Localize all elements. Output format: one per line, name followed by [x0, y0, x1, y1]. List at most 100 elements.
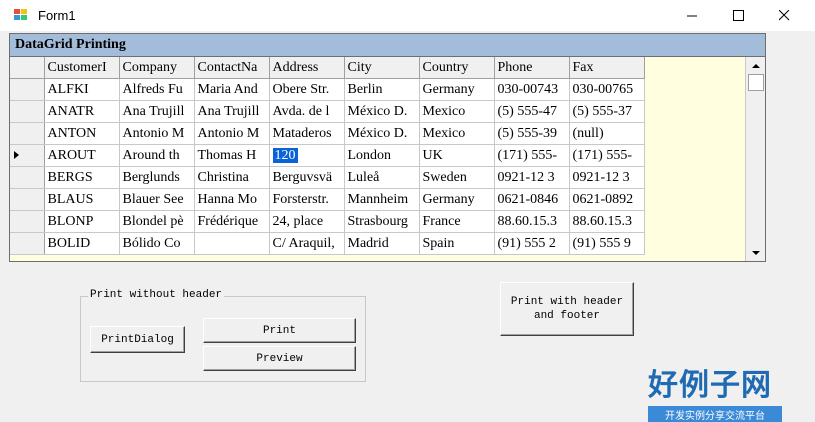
table-cell[interactable]: Luleå: [344, 166, 420, 189]
column-header[interactable]: Fax: [569, 57, 645, 79]
table-cell[interactable]: Berglunds: [119, 166, 195, 189]
table-cell[interactable]: ANTON: [44, 122, 120, 145]
table-cell[interactable]: Maria And: [194, 78, 270, 101]
table-cell[interactable]: Antonio M: [194, 122, 270, 145]
row-header[interactable]: [10, 210, 45, 233]
table-cell[interactable]: (91) 555 9: [569, 232, 645, 255]
table-cell[interactable]: Obere Str.: [269, 78, 345, 101]
row-header[interactable]: [10, 166, 45, 189]
table-cell[interactable]: Germany: [419, 78, 495, 101]
table-row[interactable]: BOLID Bólido Co C/ Araquil, Madrid Spain (91)…: [10, 232, 645, 255]
table-cell[interactable]: Sweden: [419, 166, 495, 189]
table-cell[interactable]: Hanna Mo: [194, 188, 270, 211]
table-cell[interactable]: 030-00765: [569, 78, 645, 101]
table-row[interactable]: BERGS Berglunds Christina Berguvsvä Luleå Swe…: [10, 166, 645, 189]
table-cell[interactable]: (null): [569, 122, 645, 145]
table-cell[interactable]: C/ Araquil,: [269, 232, 345, 255]
print-dialog-button[interactable]: PrintDialog: [90, 326, 185, 353]
row-header[interactable]: [10, 122, 45, 145]
table-cell[interactable]: 88.60.15.3: [569, 210, 645, 233]
table-cell[interactable]: (91) 555 2: [494, 232, 570, 255]
table-row[interactable]: BLONP Blondel pè Frédérique 24, place Strasb…: [10, 210, 645, 233]
table-cell[interactable]: BERGS: [44, 166, 120, 189]
table-cell[interactable]: Blauer See: [119, 188, 195, 211]
table-cell[interactable]: BOLID: [44, 232, 120, 255]
datagrid-table[interactable]: CustomerI Company ContactNa Address City…: [10, 57, 645, 255]
table-cell[interactable]: (5) 555-39: [494, 122, 570, 145]
table-cell[interactable]: 0621-0892: [569, 188, 645, 211]
row-header[interactable]: [10, 188, 45, 211]
table-cell[interactable]: BLONP: [44, 210, 120, 233]
table-cell[interactable]: Thomas H: [194, 144, 270, 167]
scroll-up-button[interactable]: [747, 58, 764, 73]
table-row[interactable]: ALFKI Alfreds Fu Maria And Obere Str. Berlin…: [10, 78, 645, 101]
table-cell[interactable]: Antonio M: [119, 122, 195, 145]
table-cell[interactable]: Madrid: [344, 232, 420, 255]
column-header[interactable]: ContactNa: [194, 57, 270, 79]
table-row[interactable]: AROUT Around th Thomas H 120 London UK (171) 5…: [10, 144, 645, 167]
table-cell[interactable]: Around th: [119, 144, 195, 167]
table-cell[interactable]: Ana Trujill: [194, 100, 270, 123]
row-header[interactable]: [10, 100, 45, 123]
table-cell[interactable]: Bólido Co: [119, 232, 195, 255]
datagrid[interactable]: DataGrid Printing CustomerI Company Cont…: [9, 33, 766, 262]
row-header[interactable]: [10, 232, 45, 255]
column-header[interactable]: Company: [119, 57, 195, 79]
table-cell[interactable]: London: [344, 144, 420, 167]
column-header[interactable]: Country: [419, 57, 495, 79]
close-button[interactable]: [761, 0, 807, 31]
table-cell[interactable]: BLAUS: [44, 188, 120, 211]
table-cell[interactable]: Frédérique: [194, 210, 270, 233]
table-row[interactable]: ANTON Antonio M Antonio M Mataderos México D…: [10, 122, 645, 145]
table-cell[interactable]: Berguvsvä: [269, 166, 345, 189]
column-header[interactable]: Phone: [494, 57, 570, 79]
table-cell[interactable]: Avda. de l: [269, 100, 345, 123]
table-cell[interactable]: 0621-0846: [494, 188, 570, 211]
table-cell[interactable]: France: [419, 210, 495, 233]
window-titlebar[interactable]: Form1: [0, 0, 815, 31]
table-cell[interactable]: 88.60.15.3: [494, 210, 570, 233]
vertical-scrollbar[interactable]: [745, 57, 765, 261]
table-cell[interactable]: (171) 555-: [569, 144, 645, 167]
table-cell[interactable]: México D.: [344, 122, 420, 145]
table-cell[interactable]: Alfreds Fu: [119, 78, 195, 101]
table-cell[interactable]: (5) 555-47: [494, 100, 570, 123]
minimize-button[interactable]: [669, 0, 715, 31]
table-cell[interactable]: (5) 555-37: [569, 100, 645, 123]
print-button[interactable]: Print: [203, 318, 356, 343]
table-cell[interactable]: Mexico: [419, 100, 495, 123]
table-cell[interactable]: [194, 232, 270, 255]
table-cell[interactable]: Germany: [419, 188, 495, 211]
table-cell[interactable]: Forsterstr.: [269, 188, 345, 211]
print-with-header-footer-button[interactable]: Print with header and footer: [500, 282, 634, 336]
maximize-button[interactable]: [715, 0, 761, 31]
table-cell[interactable]: Berlin: [344, 78, 420, 101]
table-cell[interactable]: 120: [269, 144, 345, 167]
scroll-thumb[interactable]: [748, 74, 764, 91]
table-cell[interactable]: Mannheim: [344, 188, 420, 211]
column-header[interactable]: CustomerI: [44, 57, 120, 79]
column-header[interactable]: Address: [269, 57, 345, 79]
table-cell[interactable]: México D.: [344, 100, 420, 123]
scroll-down-button[interactable]: [747, 245, 764, 260]
table-cell[interactable]: Spain: [419, 232, 495, 255]
row-header[interactable]: [10, 144, 45, 167]
table-cell[interactable]: UK: [419, 144, 495, 167]
table-cell[interactable]: Strasbourg: [344, 210, 420, 233]
table-cell[interactable]: (171) 555-: [494, 144, 570, 167]
table-cell[interactable]: 030-00743: [494, 78, 570, 101]
table-cell[interactable]: ANATR: [44, 100, 120, 123]
table-cell[interactable]: ALFKI: [44, 78, 120, 101]
table-row[interactable]: ANATR Ana Trujill Ana Trujill Avda. de l Méx…: [10, 100, 645, 123]
table-cell[interactable]: Christina: [194, 166, 270, 189]
table-cell[interactable]: Blondel pè: [119, 210, 195, 233]
table-cell[interactable]: Ana Trujill: [119, 100, 195, 123]
table-cell[interactable]: 0921-12 3: [494, 166, 570, 189]
column-header[interactable]: City: [344, 57, 420, 79]
table-cell[interactable]: Mataderos: [269, 122, 345, 145]
row-header[interactable]: [10, 78, 45, 101]
table-cell[interactable]: Mexico: [419, 122, 495, 145]
table-cell[interactable]: 0921-12 3: [569, 166, 645, 189]
table-row[interactable]: BLAUS Blauer See Hanna Mo Forsterstr. Mannhe…: [10, 188, 645, 211]
table-cell[interactable]: AROUT: [44, 144, 120, 167]
